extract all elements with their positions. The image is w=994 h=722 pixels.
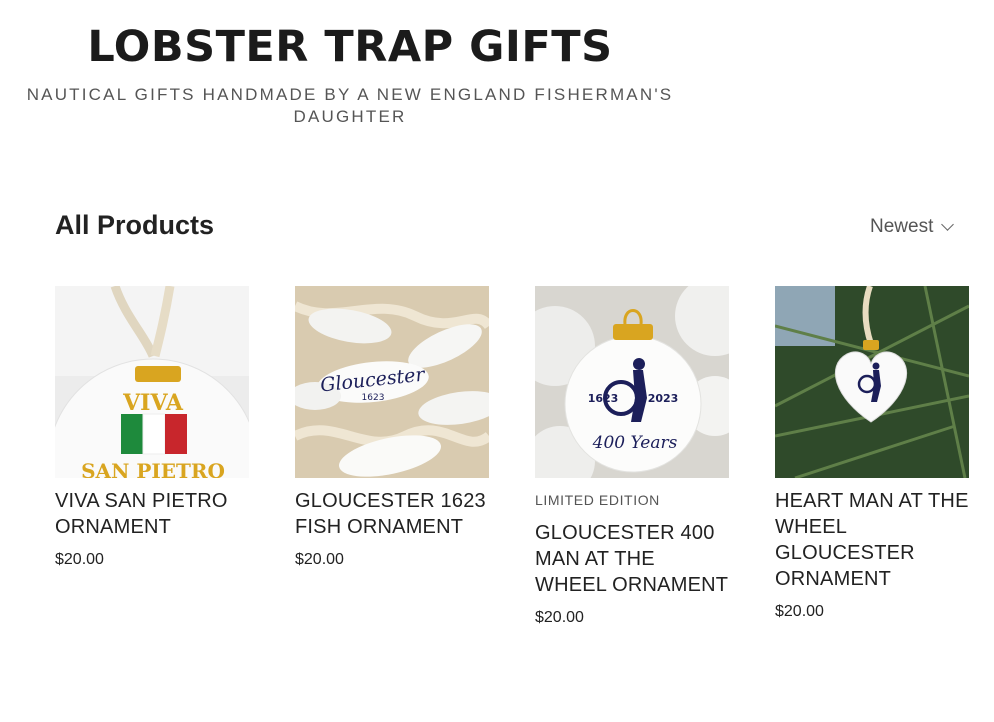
page-title: All Products xyxy=(55,210,215,240)
product-name[interactable]: VIVA SAN PIETRO ORNAMENT xyxy=(55,488,249,540)
sort-label: Newest xyxy=(870,216,934,237)
product-image[interactable]: Gloucester 1623 xyxy=(295,286,489,478)
product-name[interactable]: GLOUCESTER 1623 FISH ORNAMENT xyxy=(295,488,489,540)
ornament-fish-image: Gloucester 1623 xyxy=(295,286,489,478)
product-card[interactable]: Gloucester 1623 GLOUCESTER 1623 FISH ORN… xyxy=(295,286,489,569)
product-price: $20.00 xyxy=(535,609,584,626)
sort-dropdown[interactable]: Newest xyxy=(870,216,955,238)
product-price: $20.00 xyxy=(775,603,824,620)
product-name[interactable]: GLOUCESTER 400 MAN AT THE WHEEL ORNAMENT xyxy=(535,520,729,598)
chevron-down-icon xyxy=(941,217,955,231)
image-text-line2: 2023 xyxy=(648,392,679,405)
product-card[interactable]: 1623 2023 400 Years LIMITED EDITION GLOU… xyxy=(535,286,729,627)
brand[interactable]: LOBSTER TRAP GIFTS NAUTICAL GIFTS HANDMA… xyxy=(0,18,700,128)
ornament-viva-image: VIVA SAN PIETRO xyxy=(55,286,249,478)
product-card[interactable]: VIVA SAN PIETRO VIVA SAN PIETRO ORNAMENT… xyxy=(55,286,249,569)
site-tagline: NAUTICAL GIFTS HANDMADE BY A NEW ENGLAND… xyxy=(26,85,674,126)
image-text-line3: 400 Years xyxy=(592,433,678,453)
product-image[interactable]: VIVA SAN PIETRO xyxy=(55,286,249,478)
ornament-400-image: 1623 2023 400 Years xyxy=(535,286,729,478)
ornament-heart-image xyxy=(775,286,969,478)
image-text-line2: SAN PIETRO xyxy=(81,459,225,478)
image-text-line1: 1623 xyxy=(588,392,619,405)
product-image[interactable]: 1623 2023 400 Years xyxy=(535,286,729,478)
product-card[interactable]: HEART MAN AT THE WHEEL GLOUCESTER ORNAME… xyxy=(775,286,969,621)
product-name[interactable]: HEART MAN AT THE WHEEL GLOUCESTER ORNAME… xyxy=(775,488,969,592)
product-price: $20.00 xyxy=(55,551,104,568)
product-price: $20.00 xyxy=(295,551,344,568)
image-text-line2: 1623 xyxy=(362,393,385,403)
product-image[interactable] xyxy=(775,286,969,478)
image-text-line1: VIVA xyxy=(122,390,184,416)
product-badge: LIMITED EDITION xyxy=(535,492,660,508)
site-title[interactable]: LOBSTER TRAP GIFTS xyxy=(0,18,700,76)
